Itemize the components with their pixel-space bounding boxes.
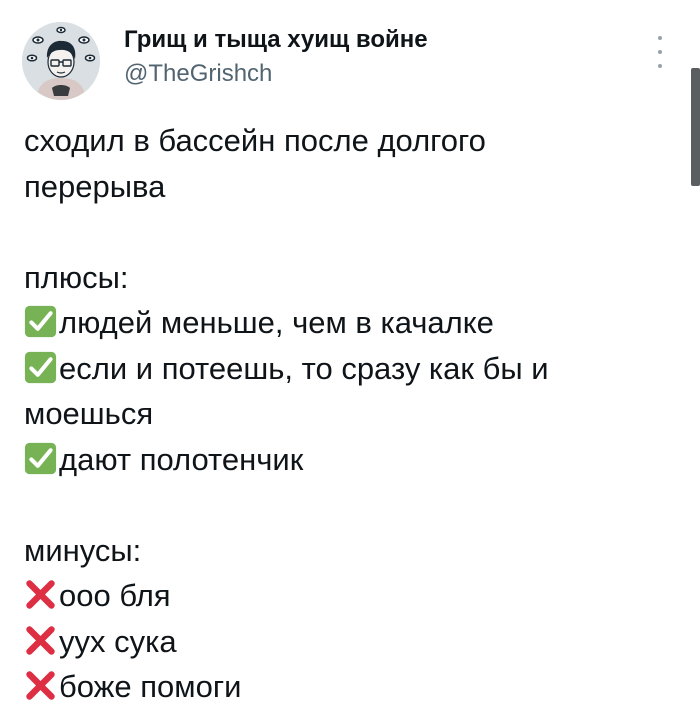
pro-item-label: если и потеешь, то сразу как бы и	[59, 350, 549, 386]
more-options-button[interactable]	[648, 36, 672, 68]
more-vertical-icon	[658, 50, 662, 54]
cross-mark-icon	[26, 580, 55, 609]
tweet-text: сходил в бассейн после долгого перерыва …	[24, 118, 664, 710]
more-vertical-icon	[658, 64, 662, 68]
avatar[interactable]	[22, 22, 100, 100]
check-mark-icon	[24, 351, 57, 383]
pro-item: если и потеешь, то сразу как бы и	[24, 346, 664, 392]
pro-item-label: людей меньше, чем в качалке	[59, 305, 494, 340]
con-item-label: боже помоги	[59, 669, 242, 704]
text-line: перерыва	[24, 168, 166, 204]
cross-mark-icon	[26, 671, 55, 700]
pro-item: дают полотенчик	[24, 437, 664, 483]
con-item: уух сука	[24, 619, 664, 665]
tweet: Грищ и тыща хуищ войне @TheGrishch сходи…	[0, 0, 700, 718]
author-handle[interactable]: @TheGrishch	[124, 60, 272, 88]
con-item: боже помоги	[24, 664, 664, 710]
con-item: ооо бля	[24, 573, 664, 619]
check-mark-icon	[24, 442, 57, 474]
avatar-image	[22, 22, 100, 100]
cross-mark-icon	[26, 625, 55, 655]
author-name[interactable]: Грищ и тыща хуищ войне	[124, 26, 428, 54]
pro-item-label: дают полотенчик	[59, 441, 304, 477]
more-vertical-icon	[658, 36, 662, 40]
con-item-label: ооо бля	[59, 578, 171, 613]
pros-heading: плюсы:	[24, 259, 129, 295]
check-mark-icon	[24, 305, 57, 338]
scrollbar[interactable]	[691, 68, 700, 186]
text-line: сходил в бассейн после долгого	[24, 123, 486, 158]
pro-item: людей меньше, чем в качалке	[24, 300, 664, 346]
cons-heading: минусы:	[24, 532, 142, 568]
text-line: моешься	[24, 396, 154, 431]
con-item-label: уух сука	[59, 623, 177, 659]
